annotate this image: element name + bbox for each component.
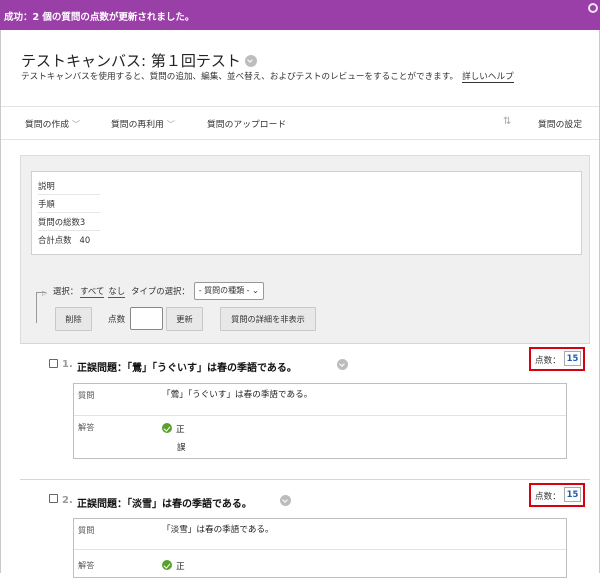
reuse-question-label: 質問の再利用	[111, 120, 164, 130]
question-1-score-box: 点数： 15	[529, 347, 585, 371]
info-label: 質問の総数	[38, 217, 80, 227]
select-all-link[interactable]: すべて	[80, 285, 105, 298]
question-1-answer-other: 誤	[177, 443, 186, 453]
info-question-count-row: 質問の総数3	[38, 216, 85, 228]
question-2-text: 「淡雪」は春の季語である。	[162, 525, 274, 535]
info-instructions-row: 手順	[38, 198, 55, 210]
info-label: 手順	[38, 199, 55, 209]
select-none-link[interactable]: なし	[108, 285, 126, 298]
answer-label: 解答	[78, 560, 95, 570]
divider	[38, 212, 100, 213]
page-title: テストキャンバス: 第１回テスト	[21, 50, 257, 71]
success-message: 成功：2 個の質問の点数が更新されました。	[4, 12, 195, 23]
points-input[interactable]	[130, 307, 163, 330]
hide-question-details-button[interactable]: 質問の詳細を非表示	[220, 307, 316, 331]
info-label: 合計点数	[38, 235, 72, 245]
info-value: 40	[79, 235, 91, 245]
divider	[74, 415, 566, 416]
delete-button[interactable]: 削除	[55, 307, 92, 331]
correct-check-icon	[162, 423, 172, 433]
correct-check-icon	[162, 560, 172, 570]
info-total-points-row: 合計点数 40	[38, 234, 90, 246]
info-value: 3	[79, 217, 86, 227]
chevron-down-icon: ⌄	[252, 286, 259, 295]
question-1-number: 1.	[62, 359, 73, 370]
question-2-checkbox[interactable]	[49, 494, 58, 503]
chevron-down-icon: ﹀	[72, 120, 80, 129]
chevron-down-icon: ﹀	[166, 120, 175, 129]
info-label: 説明	[38, 181, 55, 191]
sort-arrows-icon[interactable]: ⇅	[503, 116, 511, 127]
question-1-options-chevron-icon[interactable]	[337, 359, 348, 370]
type-select-label: タイプの選択：	[131, 286, 190, 296]
question-1-details: 質問 「鶯」「うぐいす」は春の季語である。 解答 正 誤	[73, 383, 567, 459]
test-info-box: 説明 手順 質問の総数3 合計点数 40	[31, 171, 582, 255]
question-1-score-value[interactable]: 15	[564, 351, 581, 366]
help-link[interactable]: 詳しいヘルプ	[462, 72, 514, 83]
question-type-select-value: - 質問の種類 -	[198, 286, 250, 295]
create-question-label: 質問の作成	[25, 120, 69, 130]
update-button[interactable]: 更新	[166, 307, 203, 331]
answer-text: 正	[176, 562, 185, 572]
divider	[38, 230, 100, 231]
answer-label: 解答	[78, 422, 95, 432]
question-label: 質問	[78, 525, 95, 535]
score-label: 点数：	[535, 356, 561, 366]
question-1-title: 正誤問題：「鶯」「うぐいす」は春の季語である。	[77, 363, 297, 374]
create-question-menu[interactable]: 質問の作成 ﹀	[25, 117, 80, 130]
info-description-row: 説明	[38, 180, 55, 192]
question-1-text: 「鶯」「うぐいす」は春の季語である。	[162, 390, 313, 400]
answer-text: 正	[176, 425, 185, 435]
page-description: テストキャンバスを使用すると、質問の追加、編集、並べ替え、およびテストのレビュー…	[21, 70, 514, 83]
question-2-score-box: 点数： 15	[529, 483, 585, 507]
question-type-select[interactable]: - 質問の種類 - ⌄	[193, 282, 264, 300]
question-2-score-value[interactable]: 15	[564, 487, 581, 502]
success-banner: 成功：2 個の質問の点数が更新されました。	[0, 0, 600, 30]
page-title-text: テストキャンバス: 第１回テスト	[21, 52, 241, 70]
settings-gear-icon[interactable]	[588, 3, 598, 13]
question-2-number: 2.	[62, 495, 73, 506]
divider	[74, 549, 566, 550]
question-2-details: 質問 「淡雪」は春の季語である。 解答 正	[73, 518, 567, 578]
select-label: 選択：	[53, 286, 79, 296]
selection-row: 選択： すべて なし タイプの選択： - 質問の種類 - ⌄	[53, 282, 264, 300]
question-2-answer-correct: 正	[162, 560, 185, 572]
score-label: 点数：	[535, 492, 561, 502]
arrow-right-icon: ▷	[42, 289, 48, 297]
upload-questions-button[interactable]: 質問のアップロード	[207, 117, 286, 130]
question-2-options-chevron-icon[interactable]	[280, 495, 291, 506]
title-options-chevron-icon[interactable]	[244, 54, 257, 67]
description-text: テストキャンバスを使用すると、質問の追加、編集、並べ替え、およびテストのレビュー…	[21, 72, 459, 82]
question-1-checkbox[interactable]	[49, 359, 58, 368]
question-2-title: 正誤問題：「淡雪」は春の季語である。	[77, 499, 252, 510]
upload-questions-label: 質問のアップロード	[207, 120, 287, 130]
divider	[38, 194, 100, 195]
question-settings-button[interactable]: 質問の設定	[538, 117, 582, 130]
question-1-answer-correct: 正	[162, 423, 185, 435]
reuse-question-menu[interactable]: 質問の再利用 ﹀	[111, 117, 175, 130]
question-label: 質問	[78, 390, 95, 400]
points-label: 点数	[108, 315, 126, 325]
question-settings-label: 質問の設定	[538, 120, 582, 130]
